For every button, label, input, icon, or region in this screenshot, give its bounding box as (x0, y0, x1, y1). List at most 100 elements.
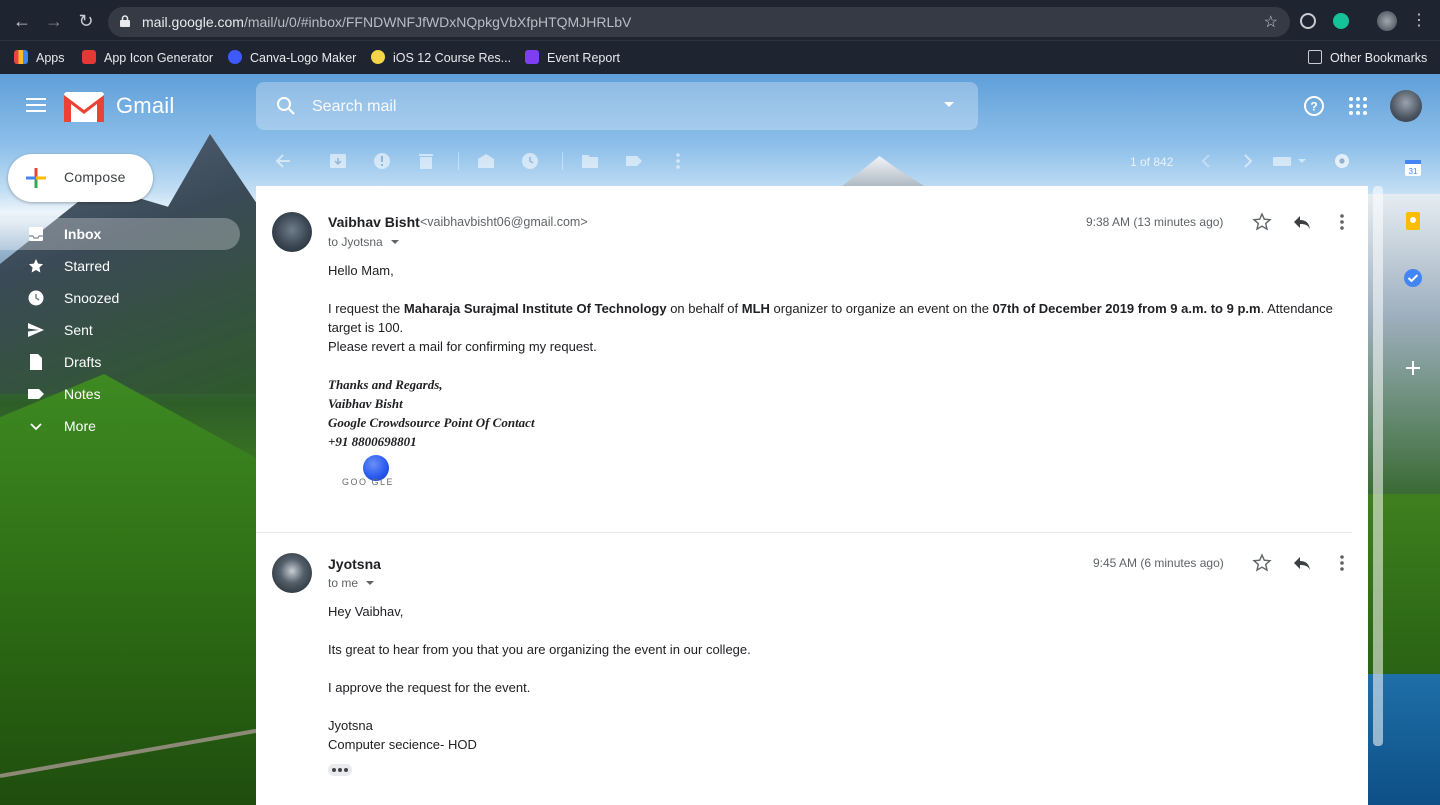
report-spam-icon[interactable] (373, 152, 391, 170)
folder-icon (1308, 50, 1322, 64)
message-body-line: I request the Maharaja Surajmal Institut… (328, 301, 1333, 316)
sidebar-item-label: Snoozed (64, 290, 120, 306)
browser-toolbar: ← → ↻ mail.google.com/mail/u/0/#inbox/FF… (0, 0, 1440, 40)
caret-down-icon[interactable] (366, 581, 375, 585)
label-icon (28, 389, 44, 399)
sidebar-item-more[interactable]: More (0, 410, 240, 442)
labels-icon[interactable] (625, 152, 643, 170)
profile-avatar[interactable] (1377, 11, 1397, 31)
bookmark-canva[interactable]: Canva-Logo Maker (228, 48, 356, 68)
sender-name[interactable]: Jyotsna (328, 556, 381, 572)
tasks-icon[interactable] (1395, 260, 1431, 296)
send-icon (28, 323, 44, 337)
signature-line: Google Crowdsource Point Of Contact (328, 415, 535, 430)
app-icon-generator-icon (82, 50, 96, 64)
recipient-details[interactable]: to Jyotsna (328, 235, 399, 249)
more-actions-icon[interactable] (669, 152, 687, 170)
sidebar-item-snoozed[interactable]: Snoozed (0, 282, 240, 314)
caret-down-icon[interactable] (390, 240, 399, 244)
search-icon[interactable] (274, 94, 298, 118)
input-tools-icon[interactable] (1272, 152, 1308, 170)
apps-grid-icon (14, 50, 28, 64)
sender-name[interactable]: Vaibhav Bisht (328, 214, 420, 230)
sidebar-item-label: Notes (64, 386, 101, 402)
apps-icon[interactable] (1346, 94, 1370, 118)
message-body-line: Hello Mam, (328, 263, 394, 278)
add-icon[interactable] (1395, 350, 1431, 386)
message-body-line: Hey Vaibhav, (328, 604, 404, 619)
forward-icon[interactable]: → (43, 10, 65, 32)
reply-icon[interactable] (1292, 212, 1312, 232)
more-options-icon[interactable] (1332, 212, 1352, 232)
message-body-line: Its great to hear from you that you are … (328, 642, 751, 657)
older-icon[interactable] (1238, 152, 1256, 170)
search-input[interactable] (312, 96, 912, 118)
reply-icon[interactable] (1292, 553, 1312, 573)
message-time: 9:38 AM (13 minutes ago) (1086, 215, 1224, 229)
gmail-wordmark: Gmail (116, 93, 175, 118)
message-body-line: target is 100. (328, 320, 404, 335)
sidebar-item-label: Drafts (64, 354, 102, 370)
signature-line: +91 8800698801 (328, 434, 417, 449)
sidebar-item-starred[interactable]: Starred (0, 250, 240, 282)
bookmark-ios-course[interactable]: iOS 12 Course Res... (371, 48, 511, 68)
newer-icon[interactable] (1198, 152, 1216, 170)
help-icon[interactable]: ? (1302, 94, 1326, 118)
other-bookmarks[interactable]: Other Bookmarks (1308, 48, 1427, 68)
star-icon[interactable] (1252, 212, 1272, 232)
show-trimmed-content-button[interactable] (328, 764, 352, 776)
ios-course-icon (371, 50, 385, 64)
search-bar[interactable] (256, 82, 978, 130)
sidebar-item-label: More (64, 418, 96, 434)
bookmark-star-icon[interactable]: ☆ (1264, 12, 1278, 32)
bookmark-event-report[interactable]: Event Report (525, 48, 620, 68)
snooze-icon[interactable] (521, 152, 539, 170)
back-icon[interactable]: ← (11, 10, 33, 32)
message-body-line: I approve the request for the event. (328, 680, 531, 695)
reload-icon[interactable]: ↻ (75, 10, 97, 32)
search-options-icon[interactable] (944, 102, 954, 107)
calendar-icon[interactable]: 31 (1395, 152, 1431, 188)
sidebar-item-label: Inbox (64, 226, 102, 242)
avatar[interactable] (272, 212, 312, 252)
star-icon[interactable] (1252, 553, 1272, 573)
message-view (256, 186, 1368, 805)
compose-button[interactable]: Compose (8, 154, 153, 202)
main-menu-icon[interactable] (26, 98, 46, 112)
grammarly-icon[interactable] (1333, 13, 1349, 29)
compose-label: Compose (64, 169, 126, 185)
url-text: mail.google.com/mail/u/0/#inbox/FFNDWNFJ… (142, 14, 632, 30)
back-to-inbox-icon[interactable] (274, 152, 292, 170)
bookmark-app-icon-generator[interactable]: App Icon Generator (82, 48, 213, 68)
clock-icon (28, 290, 44, 306)
sidebar-item-label: Starred (64, 258, 110, 274)
sidebar-item-notes[interactable]: Notes (0, 378, 240, 410)
event-report-icon (525, 50, 539, 64)
recipient-details[interactable]: to me (328, 576, 375, 590)
more-options-icon[interactable] (1332, 553, 1352, 573)
page-count: 1 of 842 (1130, 155, 1174, 169)
signature-line: Thanks and Regards, (328, 377, 443, 392)
sidebar-item-inbox[interactable]: Inbox (0, 218, 240, 250)
svg-text:31: 31 (1409, 167, 1418, 176)
bookmark-apps[interactable]: Apps (14, 48, 65, 68)
extension-icon[interactable] (1300, 13, 1316, 29)
sidebar-item-sent[interactable]: Sent (0, 314, 240, 346)
sidebar-item-drafts[interactable]: Drafts (0, 346, 240, 378)
avatar[interactable] (272, 553, 312, 593)
lock-icon (120, 15, 130, 27)
delete-icon[interactable] (417, 152, 435, 170)
canva-icon (228, 50, 242, 64)
scrollbar[interactable] (1373, 186, 1383, 746)
account-avatar[interactable] (1390, 90, 1422, 122)
compose-plus-icon (26, 168, 46, 188)
move-to-icon[interactable] (581, 152, 599, 170)
browser-menu-icon[interactable]: ⋮ (1408, 10, 1430, 32)
message-body-line: Please revert a mail for confirming my r… (328, 339, 597, 354)
address-bar[interactable]: mail.google.com/mail/u/0/#inbox/FFNDWNFJ… (108, 7, 1290, 37)
keep-icon[interactable] (1395, 204, 1431, 240)
settings-gear-icon[interactable] (1333, 152, 1351, 170)
archive-icon[interactable] (329, 152, 347, 170)
mark-unread-icon[interactable] (477, 152, 495, 170)
star-icon (28, 259, 44, 273)
